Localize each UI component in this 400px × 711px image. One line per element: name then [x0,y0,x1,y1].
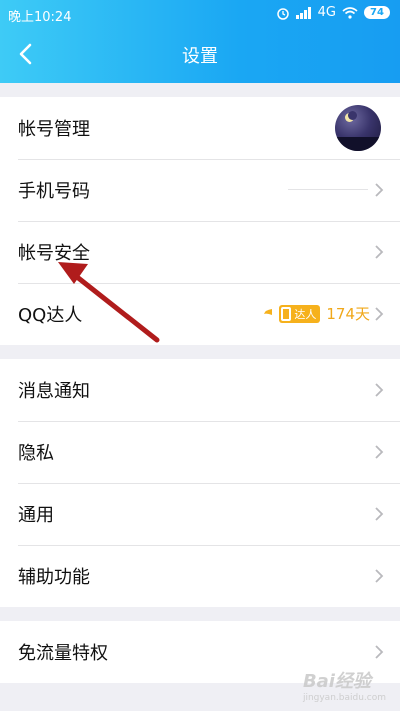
watermark-sub: jingyan.baidu.com [302,693,386,703]
settings-item-label: 隐私 [18,443,54,464]
talent-badge: 达人 [279,304,321,323]
settings-item-qq-talent[interactable]: QQ达人 达人 174天 [0,283,400,345]
settings-item-label: 通用 [18,505,54,526]
settings-item-general[interactable]: 通用 [0,483,400,545]
divider [288,189,368,190]
header: 晚上10:24 4G 74 设置 [0,0,400,83]
chevron-right-icon [375,445,384,459]
chevron-right-icon [375,507,384,521]
settings-item-label: 免流量特权 [18,643,108,664]
chevron-right-icon [375,245,384,259]
wifi-icon [342,6,358,19]
chevron-right-icon [375,569,384,583]
settings-item-privacy[interactable]: 隐私 [0,421,400,483]
nav-bar: 设置 [0,28,400,83]
network-type: 4G [317,5,336,20]
settings-item-label: 帐号安全 [18,243,90,264]
settings-item-account-security[interactable]: 帐号安全 [0,221,400,283]
talent-badge-label: 达人 [294,307,317,321]
avatar [335,105,381,151]
settings-item-label: 辅助功能 [18,567,90,588]
settings-group-general: 消息通知 隐私 通用 辅助功能 [0,359,400,607]
settings-item-label: 消息通知 [18,381,90,402]
chevron-right-icon [375,645,384,659]
settings-item-phone-number[interactable]: 手机号码 [0,159,400,221]
talent-info: 达人 174天 [263,303,370,324]
settings-item-label: 手机号码 [18,181,90,202]
phone-icon [281,306,292,321]
alarm-icon [276,7,289,20]
settings-item-accessibility[interactable]: 辅助功能 [0,545,400,607]
signal-icon [295,6,311,19]
settings-item-notifications[interactable]: 消息通知 [0,359,400,421]
settings-group-account: 帐号管理 手机号码 帐号安全 QQ达人 达人 174天 [0,97,400,345]
status-bar: 晚上10:24 4G 74 [0,0,400,28]
talent-days: 174天 [326,305,370,323]
status-icons: 4G 74 [276,5,390,20]
chevron-right-icon [375,383,384,397]
battery-indicator: 74 [364,6,390,19]
wings-icon [264,308,273,315]
settings-item-label: 帐号管理 [18,119,90,140]
watermark-text: Bai经验 [302,671,371,692]
watermark: Bai经验 jingyan.baidu.com [303,667,386,703]
status-time: 晚上10:24 [8,10,72,25]
page-title: 设置 [182,46,218,67]
settings-item-account-management[interactable]: 帐号管理 [0,97,400,159]
chevron-right-icon [375,307,384,321]
chevron-right-icon [375,183,384,197]
settings-item-label: QQ达人 [18,305,83,326]
